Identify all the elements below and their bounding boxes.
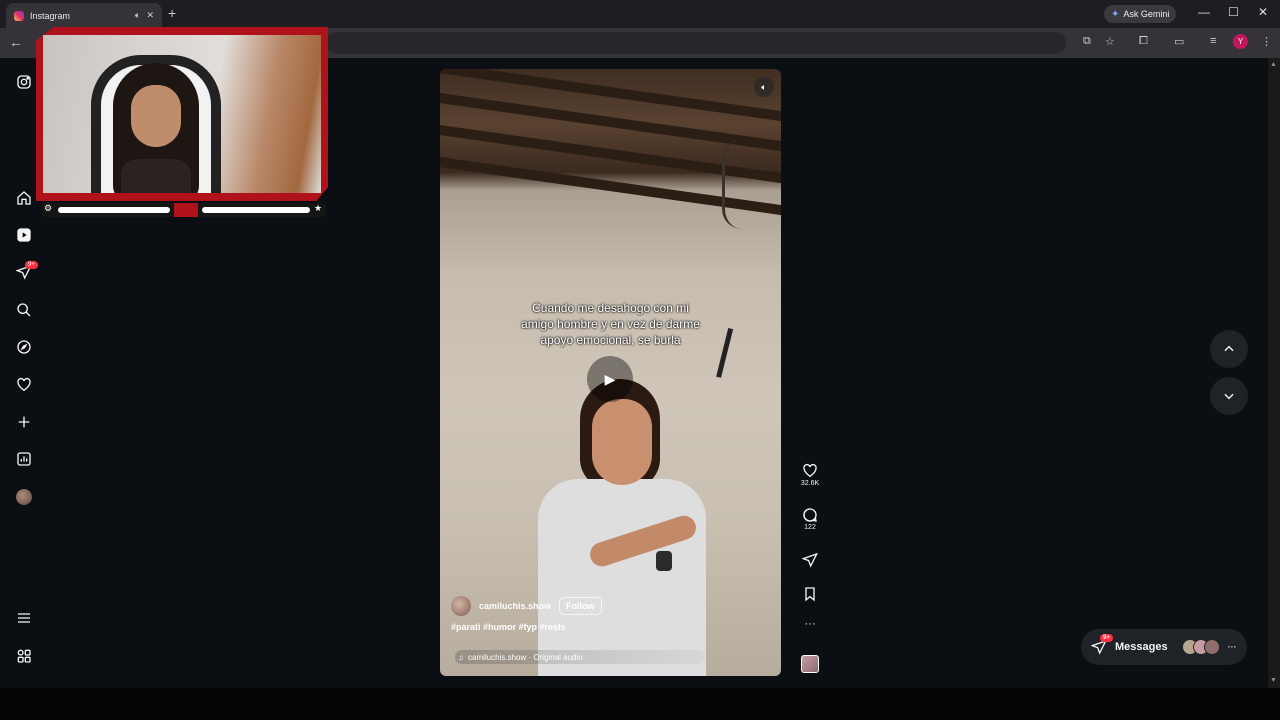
more-options-button[interactable]: ···	[796, 618, 824, 630]
create-plus-icon[interactable]	[14, 412, 34, 432]
tab-audio-icon[interactable]: 🔈︎	[135, 10, 140, 21]
install-app-icon[interactable]: ⧉	[1083, 35, 1091, 48]
back-arrow-icon[interactable]: ←	[9, 34, 23, 50]
messages-more: ···	[1227, 642, 1237, 652]
audio-cover-image	[801, 655, 819, 673]
share-send-icon	[802, 552, 818, 568]
instagram-favicon-icon	[14, 10, 24, 21]
bookmark-icon	[805, 587, 815, 602]
page-scrollbar[interactable]: ▲ ▼	[1268, 58, 1280, 688]
messages-button[interactable]: 9+ Messages ···	[1081, 629, 1247, 665]
previous-reel-button[interactable]	[1210, 330, 1248, 368]
search-icon[interactable]	[14, 300, 34, 320]
webcam-video	[43, 35, 321, 193]
close-window-icon[interactable]: ✕	[1258, 5, 1268, 19]
instagram-logo-icon[interactable]	[14, 72, 34, 92]
scroll-up-icon[interactable]: ▲	[1270, 61, 1277, 68]
chevron-down-icon	[1224, 393, 1234, 400]
streamer-face	[131, 85, 181, 147]
comment-button[interactable]: 122	[796, 507, 824, 531]
browser-tab-instagram[interactable]: Instagram 🔈︎ ✕	[6, 3, 162, 28]
frame-stripe	[58, 207, 170, 213]
reel-author: camiluchis.show Follow	[451, 596, 602, 616]
bookmark-star-icon[interactable]: ☆	[1105, 35, 1115, 48]
frame-emblem	[174, 203, 198, 217]
ceiling-beam	[440, 69, 781, 123]
notification-badge: 9+	[25, 261, 38, 269]
webcam-overlay: ⚙ ★	[36, 27, 328, 219]
author-username[interactable]: camiluchis.show	[479, 601, 551, 611]
gemini-spark-icon: ✦	[1111, 8, 1120, 20]
explore-compass-icon[interactable]	[14, 337, 34, 357]
ask-gemini-button[interactable]: ✦ Ask Gemini	[1104, 5, 1177, 23]
volume-icon[interactable]: 🔈︎	[754, 77, 774, 97]
audio-label: camiluchis.show · Original audio	[468, 652, 583, 662]
webcam-frame-bar: ⚙ ★	[42, 203, 326, 217]
ask-gemini-label: Ask Gemini	[1123, 9, 1170, 19]
person-watch	[656, 551, 672, 571]
messages-send-icon: 9+	[1091, 634, 1113, 655]
reel-caption-overlay: Cuando me desahogo con mi amigo hombre y…	[521, 301, 700, 347]
address-bar[interactable]	[326, 32, 1066, 54]
messages-label: Messages	[1115, 641, 1168, 653]
like-button[interactable]: 32.6K	[796, 463, 824, 487]
new-tab-button[interactable]: +	[168, 5, 176, 21]
person-shirt	[538, 479, 706, 676]
comment-icon	[803, 508, 817, 522]
browser-profile-avatar[interactable]: Y	[1233, 34, 1248, 49]
streamer	[91, 55, 221, 193]
messages-avatars	[1181, 639, 1220, 655]
reel-video[interactable]: Cuando me desahogo con mi amigo hombre y…	[440, 69, 781, 676]
reading-mode-icon[interactable]: ▭	[1174, 35, 1184, 48]
share-button[interactable]	[796, 552, 824, 568]
frame-stripe	[202, 207, 310, 213]
profile-picture	[16, 489, 32, 505]
heart-icon	[803, 463, 817, 478]
follow-button[interactable]: Follow	[559, 597, 602, 615]
browser-menu-icon[interactable]: ⋮	[1261, 35, 1272, 48]
bottom-strip	[0, 688, 1280, 720]
scroll-down-icon[interactable]: ▼	[1270, 677, 1277, 684]
comment-count: 122	[804, 524, 816, 531]
streamer-shirt	[121, 159, 191, 193]
save-button[interactable]	[796, 586, 824, 602]
reel-hashtags[interactable]: #parati #humor #fyp #reels	[451, 622, 566, 632]
browser-tab-strip: Instagram 🔈︎ ✕ + ✦ Ask Gemini — ☐ ✕	[0, 0, 1280, 28]
dashboard-chart-icon[interactable]	[14, 449, 34, 469]
person-face	[592, 399, 652, 485]
play-icon[interactable]: ▶	[587, 356, 633, 402]
chandelier	[722, 139, 762, 229]
like-count: 32.6K	[800, 480, 820, 487]
star-icon: ★	[314, 203, 323, 213]
audio-thumbnail[interactable]	[796, 655, 824, 673]
contact-avatar	[1203, 639, 1220, 655]
extensions-puzzle-icon[interactable]: ⧠	[1139, 35, 1148, 48]
wall-hook	[716, 328, 742, 380]
minimize-window-icon[interactable]: —	[1198, 5, 1210, 19]
notifications-heart-icon[interactable]	[14, 375, 34, 395]
next-reel-button[interactable]	[1210, 377, 1248, 415]
music-note-icon: ♫	[458, 652, 464, 662]
messages-badge: 9+	[1100, 634, 1113, 642]
direct-messages-icon[interactable]: 9+	[14, 261, 38, 282]
more-menu-icon[interactable]	[14, 608, 34, 628]
home-icon[interactable]	[14, 188, 34, 208]
profile-avatar[interactable]	[14, 487, 34, 507]
tab-close-icon[interactable]: ✕	[146, 10, 154, 21]
gear-icon: ⚙	[44, 203, 53, 213]
reels-icon[interactable]	[14, 225, 34, 245]
maximize-window-icon[interactable]: ☐	[1228, 5, 1239, 19]
chevron-up-icon	[1224, 345, 1234, 352]
also-from-meta-icon[interactable]	[14, 646, 34, 666]
reel-audio-link[interactable]: ♫ camiluchis.show · Original audio	[455, 650, 705, 664]
media-controls-icon[interactable]: ≡	[1210, 35, 1216, 47]
author-avatar[interactable]	[451, 596, 471, 616]
tab-title: Instagram	[30, 10, 71, 21]
